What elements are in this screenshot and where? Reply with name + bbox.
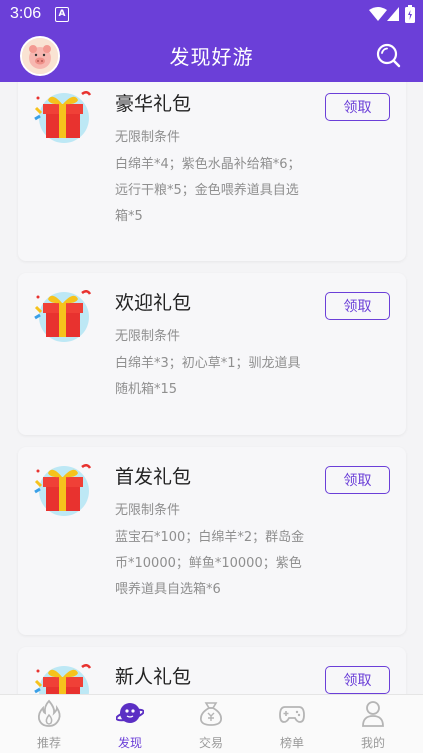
nav-label: 交易	[198, 736, 223, 750]
gift-card: 欢迎礼包 无限制条件 白绵羊*3；初心草*1；驯龙道具随机箱*15 领取	[18, 273, 406, 435]
planet-icon	[116, 703, 144, 723]
gift-box-icon	[34, 664, 92, 694]
nav-item-recommend[interactable]: 推荐	[9, 695, 89, 753]
nav-item-mine[interactable]: 我的	[333, 695, 413, 753]
gift-box-icon	[34, 290, 92, 342]
gift-box-icon	[34, 91, 92, 143]
wifi-icon	[369, 7, 387, 21]
gift-rewards: 蓝宝石*100；白绵羊*2；群岛金币*10000；鲜鱼*10000；紫色喂养道具…	[115, 530, 305, 597]
notification-a-icon: A	[55, 7, 69, 22]
nav-item-trade[interactable]: 交易	[171, 695, 251, 753]
gift-name: 欢迎礼包	[115, 292, 192, 314]
search-icon[interactable]	[375, 42, 401, 68]
gift-name: 首发礼包	[115, 466, 192, 488]
status-bar: 3:06 A	[0, 0, 423, 28]
flame-icon	[37, 699, 61, 727]
claim-button[interactable]: 领取	[325, 292, 390, 320]
app-header: 发现好游	[0, 28, 423, 82]
gift-name: 豪华礼包	[115, 93, 192, 115]
status-time: 3:06	[10, 5, 42, 22]
claim-button[interactable]: 领取	[325, 666, 390, 694]
battery-icon	[405, 5, 415, 23]
gamepad-icon	[279, 706, 305, 723]
signal-icon	[387, 7, 399, 21]
gift-condition: 无限制条件	[115, 503, 181, 518]
nav-label: 推荐	[36, 736, 61, 750]
gift-rewards: 白绵羊*3；初心草*1；驯龙道具随机箱*15	[115, 356, 301, 397]
nav-label: 榜单	[279, 736, 304, 750]
bottom-nav: 推荐 发现 交易 榜单 我的	[0, 694, 423, 753]
gift-card: 豪华礼包 无限制条件 白绵羊*4；紫色水晶补给箱*6；远行干粮*5；金色喂养道具…	[18, 82, 406, 261]
gift-rewards: 白绵羊*4；紫色水晶补给箱*6；远行干粮*5；金色喂养道具自选箱*5	[115, 157, 301, 224]
gift-condition: 无限制条件	[115, 130, 181, 145]
claim-button[interactable]: 领取	[325, 466, 390, 494]
page-title: 发现好游	[169, 45, 254, 69]
money-bag-icon	[200, 702, 222, 726]
nav-item-discover[interactable]: 发现	[90, 695, 170, 753]
gift-box-icon	[34, 464, 92, 516]
gift-list[interactable]: 豪华礼包 无限制条件 白绵羊*4；紫色水晶补给箱*6；远行干粮*5；金色喂养道具…	[0, 82, 423, 694]
gift-condition: 无限制条件	[115, 329, 181, 344]
gift-name: 新人礼包	[115, 666, 192, 688]
gift-card: 新人礼包 领取	[18, 647, 406, 694]
nav-label: 我的	[360, 736, 385, 750]
nav-item-ranking[interactable]: 榜单	[252, 695, 332, 753]
claim-button[interactable]: 领取	[325, 93, 390, 121]
gift-card: 首发礼包 无限制条件 蓝宝石*100；白绵羊*2；群岛金币*10000；鲜鱼*1…	[18, 447, 406, 635]
person-icon	[362, 701, 384, 727]
nav-label: 发现	[117, 736, 142, 750]
